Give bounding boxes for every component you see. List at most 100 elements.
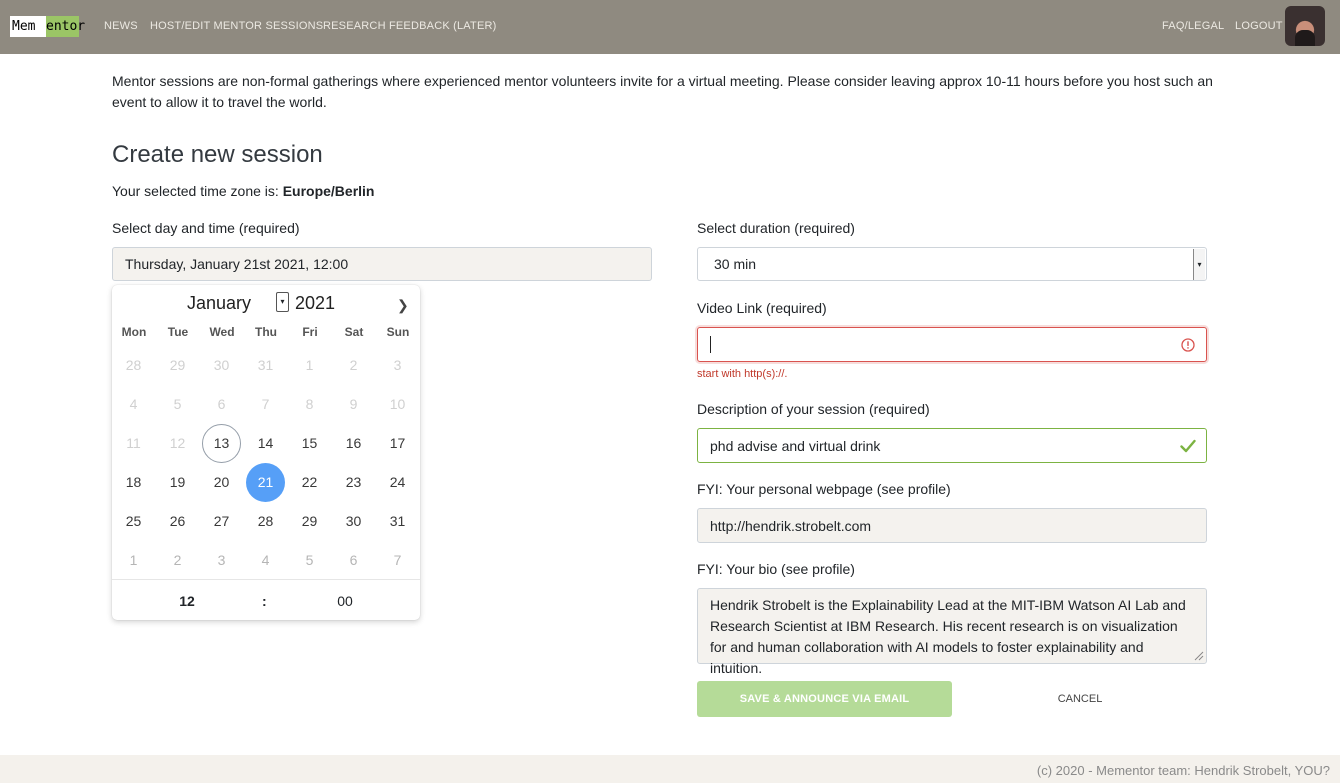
calendar-day[interactable]: 28 bbox=[114, 346, 153, 385]
check-icon bbox=[1180, 439, 1196, 453]
resize-handle-icon[interactable] bbox=[1193, 650, 1204, 661]
time-separator: : bbox=[262, 593, 267, 609]
user-avatar-icon[interactable] bbox=[1285, 6, 1325, 46]
weekday-header: Mon bbox=[121, 325, 147, 339]
webpage-field: http://hendrik.strobelt.com bbox=[697, 508, 1207, 543]
logo-part-1: Mem bbox=[10, 16, 46, 37]
calendar-day[interactable]: 7 bbox=[246, 385, 285, 424]
navbar: Mem entor NEWS HOST/EDIT MENTOR SESSIONS… bbox=[0, 0, 1340, 54]
calendar-day[interactable]: 13 bbox=[202, 424, 241, 463]
calendar-day[interactable]: 5 bbox=[158, 385, 197, 424]
datetime-value: Thursday, January 21st 2021, 12:00 bbox=[125, 256, 349, 272]
calendar-day[interactable]: 31 bbox=[378, 502, 417, 541]
timezone-value: Europe/Berlin bbox=[282, 183, 375, 199]
calendar-day[interactable]: 23 bbox=[334, 463, 373, 502]
calendar-day[interactable]: 17 bbox=[378, 424, 417, 463]
calendar-day[interactable]: 16 bbox=[334, 424, 373, 463]
calendar-day[interactable]: 30 bbox=[202, 346, 241, 385]
bio-value: Hendrik Strobelt is the Explainability L… bbox=[710, 597, 1186, 676]
webpage-value: http://hendrik.strobelt.com bbox=[710, 517, 872, 534]
logo-part-2: entor bbox=[46, 16, 85, 37]
calendar-year[interactable]: 2021 bbox=[295, 293, 335, 314]
calendar-day[interactable]: 21 bbox=[246, 463, 285, 502]
calendar-day[interactable]: 30 bbox=[334, 502, 373, 541]
hour-input[interactable]: 12 bbox=[172, 593, 202, 609]
next-month-icon[interactable]: ❯ bbox=[397, 297, 409, 314]
calendar-day[interactable]: 15 bbox=[290, 424, 329, 463]
calendar-day[interactable]: 12 bbox=[158, 424, 197, 463]
calendar-day[interactable]: 24 bbox=[378, 463, 417, 502]
webpage-label: FYI: Your personal webpage (see profile) bbox=[697, 481, 951, 497]
calendar-day[interactable]: 7 bbox=[378, 541, 417, 580]
calendar-day[interactable]: 25 bbox=[114, 502, 153, 541]
text-cursor bbox=[710, 336, 711, 353]
timezone-info: Your selected time zone is: Europe/Berli… bbox=[112, 183, 374, 199]
calendar-day[interactable]: 10 bbox=[378, 385, 417, 424]
calendar-day[interactable]: 4 bbox=[114, 385, 153, 424]
weekday-header: Thu bbox=[255, 325, 277, 339]
duration-value: 30 min bbox=[714, 256, 757, 272]
calendar-day[interactable]: 6 bbox=[334, 541, 373, 580]
weekday-header: Sun bbox=[386, 325, 410, 339]
intro-text: Mentor sessions are non-formal gathering… bbox=[112, 73, 1213, 110]
datetime-input[interactable]: Thursday, January 21st 2021, 12:00 bbox=[112, 247, 652, 281]
minute-input[interactable]: 00 bbox=[330, 593, 360, 609]
description-label: Description of your session (required) bbox=[697, 401, 930, 417]
calendar-day[interactable]: 19 bbox=[158, 463, 197, 502]
calendar-day[interactable]: 1 bbox=[114, 541, 153, 580]
video-link-label: Video Link (required) bbox=[697, 300, 827, 316]
calendar-day[interactable]: 31 bbox=[246, 346, 285, 385]
nav-link-host-edit-sessions[interactable]: HOST/EDIT MENTOR SESSIONS bbox=[150, 20, 323, 32]
calendar-day[interactable]: 2 bbox=[334, 346, 373, 385]
calendar-day[interactable]: 22 bbox=[290, 463, 329, 502]
calendar-day[interactable]: 27 bbox=[202, 502, 241, 541]
page-title: Create new session bbox=[112, 141, 323, 168]
calendar-day[interactable]: 28 bbox=[246, 502, 285, 541]
calendar-day[interactable]: 3 bbox=[202, 541, 241, 580]
weekday-header: Fri bbox=[302, 325, 318, 339]
weekday-header: Wed bbox=[209, 325, 235, 339]
chevron-down-icon: ▾ bbox=[1193, 249, 1205, 280]
calendar-day[interactable]: 11 bbox=[114, 424, 153, 463]
calendar-day[interactable]: 29 bbox=[158, 346, 197, 385]
nav-link-research-feedback[interactable]: RESEARCH FEEDBACK (LATER) bbox=[323, 20, 497, 32]
calendar-day[interactable]: 6 bbox=[202, 385, 241, 424]
calendar-day[interactable]: 18 bbox=[114, 463, 153, 502]
calendar-day[interactable]: 4 bbox=[246, 541, 285, 580]
nav-link-logout[interactable]: LOGOUT bbox=[1235, 20, 1283, 32]
calendar-day[interactable]: 26 bbox=[158, 502, 197, 541]
calendar-month[interactable]: January bbox=[187, 293, 251, 314]
date-picker: January ▾ 2021 ❯ Mon Tue Wed Thu Fri Sat Sun 2… bbox=[112, 285, 420, 620]
video-link-error: start with http(s)://. bbox=[697, 368, 788, 380]
datetime-label: Select day and time (required) bbox=[112, 220, 300, 236]
calendar-day[interactable]: 8 bbox=[290, 385, 329, 424]
description-input[interactable]: phd advise and virtual drink bbox=[697, 428, 1207, 463]
video-link-input[interactable] bbox=[697, 327, 1207, 362]
month-dropdown-icon[interactable]: ▾ bbox=[276, 292, 289, 312]
timezone-prefix: Your selected time zone is: bbox=[112, 183, 283, 199]
calendar-day[interactable]: 3 bbox=[378, 346, 417, 385]
calendar-day[interactable]: 9 bbox=[334, 385, 373, 424]
save-announce-button[interactable]: SAVE & ANNOUNCE VIA EMAIL bbox=[697, 681, 952, 717]
cancel-button[interactable]: CANCEL bbox=[1040, 681, 1120, 717]
calendar-divider bbox=[112, 579, 420, 580]
bio-textarea: Hendrik Strobelt is the Explainability L… bbox=[697, 588, 1207, 676]
calendar-day[interactable]: 29 bbox=[290, 502, 329, 541]
description-value: phd advise and virtual drink bbox=[710, 437, 881, 454]
footer: (c) 2020 - Mementor team: Hendrik Strobe… bbox=[0, 755, 1340, 783]
footer-text: (c) 2020 - Mementor team: Hendrik Strobe… bbox=[1036, 763, 1330, 778]
duration-select[interactable]: 30 min ▾ bbox=[697, 247, 1207, 281]
calendar-day[interactable]: 5 bbox=[290, 541, 329, 580]
mementor-logo[interactable]: Mem entor bbox=[10, 16, 85, 37]
nav-link-news[interactable]: NEWS bbox=[104, 20, 138, 32]
bio-label: FYI: Your bio (see profile) bbox=[697, 561, 855, 577]
error-icon bbox=[1181, 338, 1195, 352]
nav-link-faq-legal[interactable]: FAQ/LEGAL bbox=[1162, 20, 1224, 32]
calendar-day[interactable]: 14 bbox=[246, 424, 285, 463]
weekday-header: Tue bbox=[167, 325, 189, 339]
calendar-day[interactable]: 20 bbox=[202, 463, 241, 502]
calendar-day[interactable]: 2 bbox=[158, 541, 197, 580]
weekday-header: Sat bbox=[344, 325, 364, 339]
duration-label: Select duration (required) bbox=[697, 220, 855, 236]
calendar-day[interactable]: 1 bbox=[290, 346, 329, 385]
